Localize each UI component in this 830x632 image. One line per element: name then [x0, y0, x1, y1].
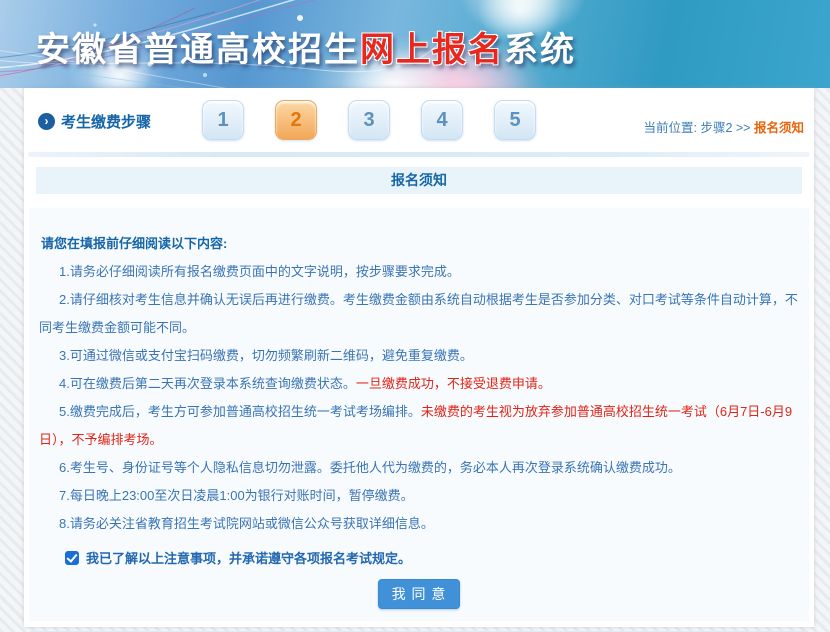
notice-item-1: 1.请务必仔细阅读所有报名缴费页面中的文字说明，按步骤要求完成。 [39, 258, 799, 286]
breadcrumb: 当前位置: 步骤2 >> 报名须知 [644, 117, 804, 136]
notice-item-7: 7.每日晚上23:00至次日凌晨1:00为银行对账时间，暂停缴费。 [39, 482, 799, 510]
breadcrumb-current: 报名须知 [754, 121, 804, 135]
system-title: 安徽省普通高校招生网上报名系统 [36, 22, 576, 71]
step-box-5: 5 [494, 100, 536, 140]
agreement-checkbox[interactable] [65, 551, 79, 565]
button-row: 我 同 意 [39, 579, 799, 609]
system-title-part1: 安徽省普通高校招生 [36, 31, 360, 69]
notice-intro: 请您在填报前仔细阅读以下内容: [41, 230, 799, 258]
notice-item-text: 1.请务必仔细阅读所有报名缴费页面中的文字说明，按步骤要求完成。 [59, 264, 460, 279]
step-box-2: 2 [275, 100, 317, 140]
agree-button[interactable]: 我 同 意 [378, 579, 461, 609]
notice-item-text: 5.缴费完成后，考生方可参加普通高校招生统一考试考场编排。 [59, 404, 421, 419]
page-title: 报名须知 [36, 167, 802, 194]
notice-item-text: 7.每日晚上23:00至次日凌晨1:00为银行对账时间，暂停缴费。 [59, 488, 414, 503]
step-bar-title-label: 考生缴费步骤 [61, 111, 151, 132]
notice-item-text: 8.请务必关注省教育招生考试院网站或微信公众号获取详细信息。 [59, 516, 434, 531]
step-bar: › 考生缴费步骤 1 2 3 4 5 当前位置: 步骤2 >> 报名须知 [24, 88, 814, 152]
notice-item-text: 6.考生号、身份证号等个人隐私信息切勿泄露。委托他人代为缴费的，务必本人再次登录… [59, 460, 681, 475]
notice-item-2: 2.请仔细核对考生信息并确认无误后再进行缴费。考生缴费金额由系统自动根据考生是否… [39, 286, 799, 342]
notice-item-6: 6.考生号、身份证号等个人隐私信息切勿泄露。委托他人代为缴费的，务必本人再次登录… [39, 454, 799, 482]
step-indicator: 1 2 3 4 5 [202, 100, 536, 140]
system-title-part2: 系统 [504, 31, 576, 69]
agreement-label: 我已了解以上注意事项，并承诺遵守各项报名考试规定。 [86, 548, 411, 567]
step-box-4: 4 [421, 100, 463, 140]
main-card: › 考生缴费步骤 1 2 3 4 5 当前位置: 步骤2 >> 报名须知 报名须… [24, 88, 814, 627]
system-title-highlight: 网上报名 [360, 31, 504, 69]
agreement-row[interactable]: 我已了解以上注意事项，并承诺遵守各项报名考试规定。 [65, 548, 799, 567]
notice-item-8: 8.请务必关注省教育招生考试院网站或微信公众号获取详细信息。 [39, 510, 799, 538]
notice-item-5: 5.缴费完成后，考生方可参加普通高校招生统一考试考场编排。未缴费的考生视为放弃参… [39, 398, 799, 454]
notice-panel: 请您在填报前仔细阅读以下内容: 1.请务必仔细阅读所有报名缴费页面中的文字说明，… [29, 208, 809, 621]
step-bar-title: › 考生缴费步骤 [38, 111, 151, 132]
notice-item-4: 4.可在缴费后第二天再次登录本系统查询缴费状态。一旦缴费成功，不接受退费申请。 [39, 370, 799, 398]
section-divider [28, 152, 810, 157]
step-box-1: 1 [202, 100, 244, 140]
breadcrumb-prefix: 当前位置: 步骤2 >> [644, 121, 751, 135]
notice-item-text: 2.请仔细核对考生信息并确认无误后再进行缴费。考生缴费金额由系统自动根据考生是否… [39, 292, 798, 335]
notice-item-red-text: 一旦缴费成功，不接受退费申请。 [356, 376, 551, 391]
step-box-3: 3 [348, 100, 390, 140]
notice-item-text: 3.可通过微信或支付宝扫码缴费，切勿频繁刷新二维码，避免重复缴费。 [59, 348, 473, 363]
notice-item-text: 4.可在缴费后第二天再次登录本系统查询缴费状态。 [59, 376, 356, 391]
chevron-right-circle-icon: › [38, 113, 55, 130]
notice-item-3: 3.可通过微信或支付宝扫码缴费，切勿频繁刷新二维码，避免重复缴费。 [39, 342, 799, 370]
header-banner: 安徽省普通高校招生网上报名系统 [0, 0, 830, 88]
